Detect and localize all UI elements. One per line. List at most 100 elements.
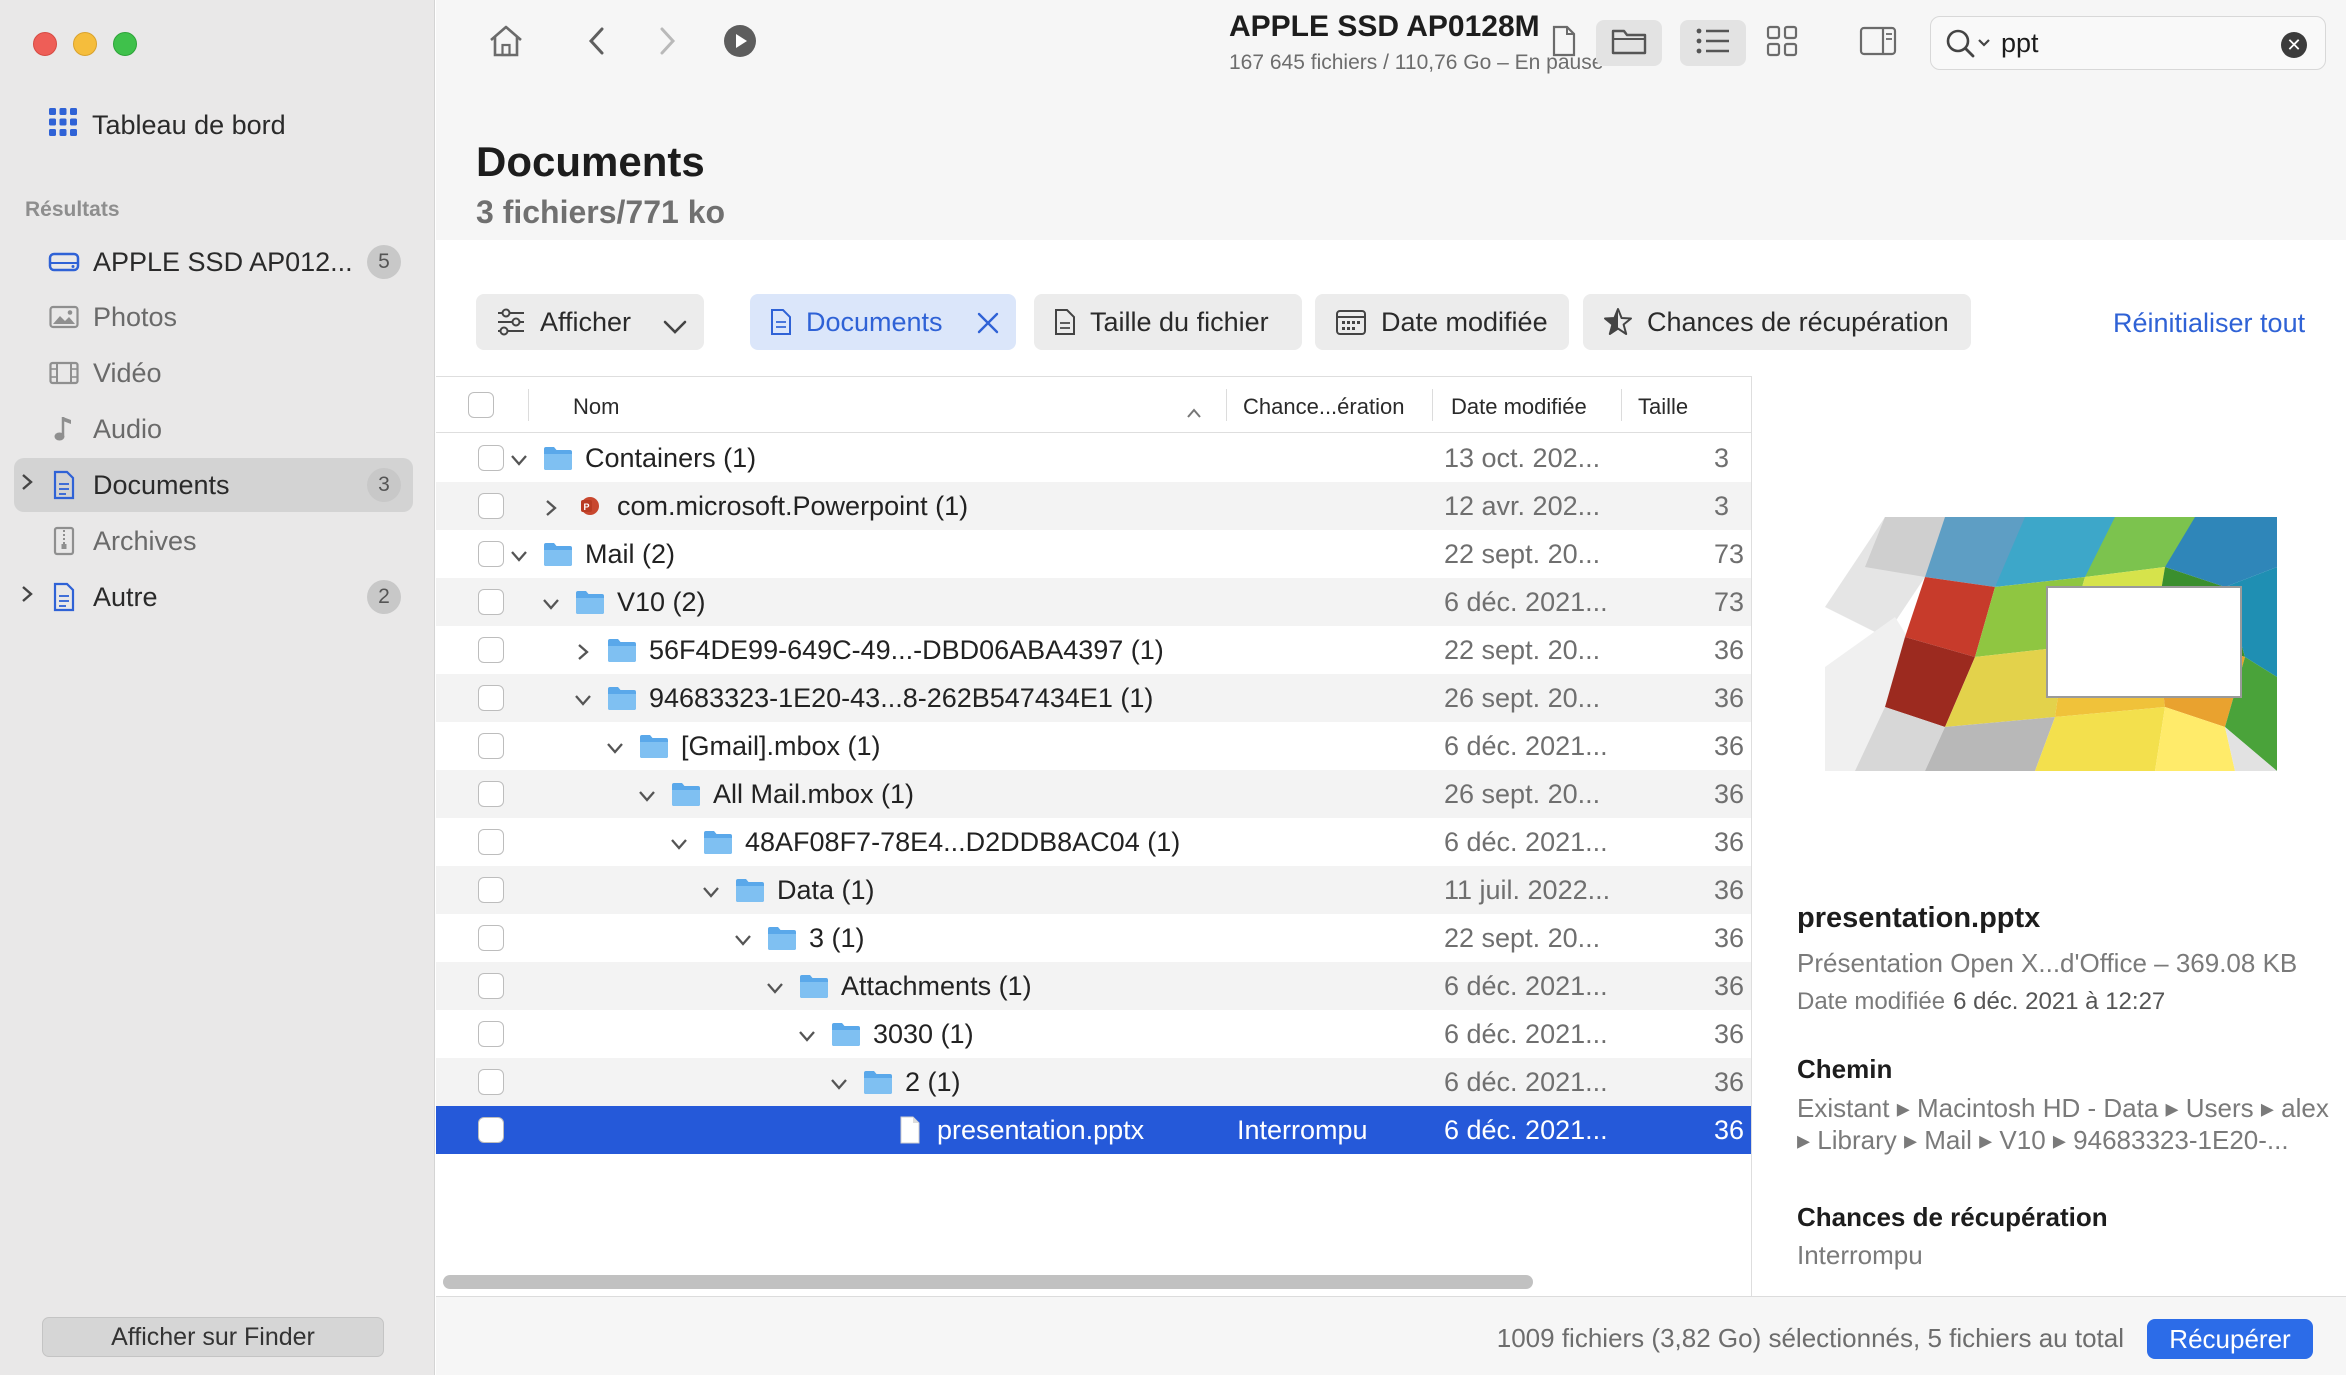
table-row[interactable]: All Mail.mbox (1) 26 sept. 20... 36 [436, 770, 1751, 818]
row-checkbox[interactable] [478, 733, 504, 759]
sidebar-item-other[interactable]: Autre 2 [14, 570, 413, 624]
search-field[interactable]: ✕ [1930, 16, 2326, 70]
folder-view-button[interactable] [1596, 20, 1662, 66]
table-row[interactable]: Mail (2) 22 sept. 20... 73 [436, 530, 1751, 578]
sidebar-item-documents[interactable]: Documents 3 [14, 458, 413, 512]
select-all-checkbox[interactable] [468, 392, 494, 418]
row-size: 36 [1714, 779, 1745, 809]
table-row[interactable]: Containers (1) 13 oct. 202... 3 [436, 434, 1751, 482]
resume-scan-button[interactable] [712, 20, 768, 66]
table-row[interactable]: Attachments (1) 6 déc. 2021... 36 [436, 962, 1751, 1010]
column-header-date[interactable]: Date modifiée [1451, 394, 1587, 420]
table-row[interactable]: 56F4DE99-649C-49...-DBD06ABA4397 (1) 22 s… [436, 626, 1751, 674]
row-checkbox[interactable] [478, 1069, 504, 1095]
show-filter-dropdown[interactable]: Afficher [476, 294, 704, 350]
chevron-down-icon[interactable] [764, 975, 786, 997]
chevron-down-icon[interactable] [508, 447, 530, 469]
minimize-window-button[interactable] [73, 32, 97, 56]
row-checkbox[interactable] [478, 877, 504, 903]
reset-all-link[interactable]: Réinitialiser tout [2113, 308, 2305, 339]
chevron-down-icon[interactable] [636, 783, 658, 805]
table-row-selected[interactable]: presentation.pptx Interrompu 6 déc. 2021..… [436, 1106, 1751, 1154]
forward-button[interactable] [642, 20, 692, 66]
recovery-chances-filter[interactable]: Chances de récupération [1583, 294, 1971, 350]
chevron-right-icon[interactable] [572, 639, 594, 661]
documents-filter-chip[interactable]: Documents [750, 294, 1016, 350]
sidebar-item-archives[interactable]: Archives [14, 514, 413, 568]
row-checkbox[interactable] [478, 589, 504, 615]
scrollbar-thumb[interactable] [443, 1275, 1533, 1289]
chevron-down-icon[interactable] [668, 831, 690, 853]
home-button[interactable] [476, 20, 536, 66]
table-row[interactable]: 48AF08F7-78E4...D2DDB8AC04 (1) 6 déc. 202… [436, 818, 1751, 866]
row-checkbox[interactable] [478, 445, 504, 471]
column-header-name[interactable]: Nom [573, 394, 619, 420]
sort-ascending-icon[interactable] [1186, 399, 1202, 425]
chevron-down-icon[interactable] [796, 1023, 818, 1045]
remove-filter-icon[interactable] [976, 311, 1000, 342]
row-checkbox[interactable] [478, 925, 504, 951]
table-row[interactable]: [Gmail].mbox (1) 6 déc. 2021... 36 [436, 722, 1751, 770]
row-checkbox[interactable] [478, 637, 504, 663]
close-window-button[interactable] [33, 32, 57, 56]
chevron-down-icon[interactable] [508, 543, 530, 565]
list-view-button[interactable] [1680, 20, 1746, 66]
column-header-size[interactable]: Taille [1638, 394, 1688, 420]
row-checkbox[interactable] [478, 493, 504, 519]
preview-chance-heading: Chances de récupération [1797, 1202, 2108, 1232]
column-header-chance[interactable]: Chance...ération [1243, 394, 1404, 420]
chevron-down-icon[interactable] [732, 927, 754, 949]
row-checkbox[interactable] [478, 973, 504, 999]
horizontal-scrollbar[interactable] [440, 1271, 1750, 1293]
chevron-down-icon[interactable] [540, 591, 562, 613]
file-size-filter[interactable]: Taille du fichier [1034, 294, 1302, 350]
row-checkbox[interactable] [478, 829, 504, 855]
back-button[interactable] [572, 20, 622, 66]
recover-button[interactable]: Récupérer [2147, 1319, 2313, 1359]
chevron-right-icon[interactable] [20, 472, 38, 498]
clear-search-icon[interactable]: ✕ [2281, 32, 2307, 58]
music-note-icon [48, 413, 80, 445]
table-row[interactable]: V10 (2) 6 déc. 2021... 73 [436, 578, 1751, 626]
sidebar-item-photos[interactable]: Photos [14, 290, 413, 344]
search-input[interactable] [2001, 27, 2271, 59]
row-size: 73 [1714, 539, 1745, 569]
show-in-finder-button[interactable]: Afficher sur Finder [42, 1317, 384, 1357]
row-checkbox[interactable] [478, 781, 504, 807]
row-date: 13 oct. 202... [1444, 443, 1601, 473]
column-divider [1621, 389, 1622, 421]
count-badge: 2 [367, 580, 401, 614]
zoom-window-button[interactable] [113, 32, 137, 56]
row-checkbox[interactable] [478, 541, 504, 567]
sidebar-item-audio[interactable]: Audio [14, 402, 413, 456]
file-view-button[interactable] [1534, 20, 1594, 66]
sidebar-item-video[interactable]: Vidéo [14, 346, 413, 400]
chevron-right-icon[interactable] [20, 584, 38, 610]
chevron-down-icon[interactable] [828, 1071, 850, 1093]
table-row[interactable]: Data (1) 11 juil. 2022... 36 [436, 866, 1751, 914]
table-row[interactable]: Pcom.microsoft.Powerpoint (1) 12 avr. 202… [436, 482, 1751, 530]
folder-icon [798, 970, 830, 1002]
table-row[interactable]: 3030 (1) 6 déc. 2021... 36 [436, 1010, 1751, 1058]
table-row[interactable]: 3 (1) 22 sept. 20... 36 [436, 914, 1751, 962]
grid-view-button[interactable] [1752, 20, 1812, 66]
row-size: 73 [1714, 587, 1745, 617]
table-row[interactable]: 94683323-1E20-43...8-262B547434E1 (1) 26 … [436, 674, 1751, 722]
document-icon [770, 308, 792, 336]
row-checkbox[interactable] [478, 1021, 504, 1047]
chevron-down-icon[interactable] [604, 735, 626, 757]
sidebar-item-drive[interactable]: APPLE SSD AP012... 5 [14, 235, 413, 289]
date-modified-filter[interactable]: Date modifiée [1315, 294, 1569, 350]
window-title: APPLE SSD AP0128M [1229, 10, 1540, 43]
sidebar-dashboard[interactable]: Tableau de bord [48, 104, 286, 146]
sidebar-right-icon [1859, 26, 1897, 61]
row-checkbox[interactable] [478, 1117, 504, 1143]
chevron-right-icon[interactable] [540, 495, 562, 517]
table-row[interactable]: 2 (1) 6 déc. 2021... 36 [436, 1058, 1751, 1106]
chevron-down-icon[interactable] [700, 879, 722, 901]
toggle-preview-button[interactable] [1848, 20, 1908, 66]
sidebar-item-label: Audio [93, 413, 163, 444]
folder-icon [574, 586, 606, 618]
row-checkbox[interactable] [478, 685, 504, 711]
chevron-down-icon[interactable] [572, 687, 594, 709]
